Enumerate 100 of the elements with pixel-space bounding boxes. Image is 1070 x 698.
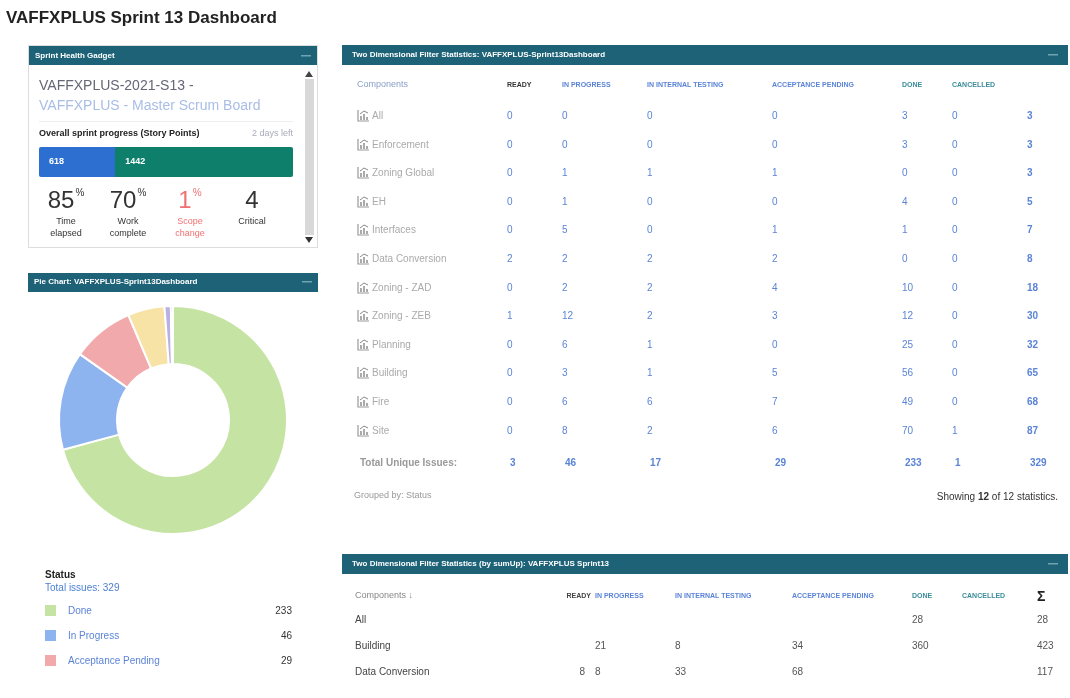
count-link[interactable]: 6 <box>647 393 772 409</box>
count-link[interactable]: 0 <box>562 136 647 152</box>
chart-icon[interactable] <box>357 137 370 151</box>
count-link[interactable]: 49 <box>902 393 952 409</box>
count-link[interactable]: 0 <box>952 165 1027 181</box>
count-link[interactable]: 70 <box>902 422 952 438</box>
count-link[interactable]: 0 <box>647 108 772 123</box>
count-link[interactable]: 4 <box>772 279 902 295</box>
count-link[interactable]: 0 <box>562 108 647 123</box>
count-link[interactable]: 29 <box>775 454 905 470</box>
count-link[interactable]: 17 <box>650 454 775 470</box>
count-link[interactable]: 0 <box>952 336 1027 352</box>
count-link[interactable]: 5 <box>1027 193 1067 209</box>
count-link[interactable]: 0 <box>902 250 952 266</box>
count-link[interactable]: 1 <box>647 165 772 181</box>
count-link[interactable]: 1 <box>562 193 647 209</box>
count-link[interactable]: 0 <box>902 165 952 181</box>
count-link[interactable]: 12 <box>902 308 952 324</box>
count-link[interactable]: 329 <box>1030 454 1070 470</box>
count-link[interactable]: 0 <box>952 108 1027 123</box>
component-link[interactable]: Data Conversion <box>372 250 447 266</box>
count-link[interactable]: 0 <box>772 193 902 209</box>
count-link[interactable]: 32 <box>1027 336 1067 352</box>
component-link[interactable]: Fire <box>372 393 390 409</box>
count-link[interactable]: 25 <box>902 336 952 352</box>
count-link[interactable]: 0 <box>952 393 1027 409</box>
count-link[interactable]: 3 <box>772 308 902 324</box>
column-header[interactable]: Components <box>357 78 507 92</box>
count-link[interactable]: 46 <box>565 454 650 470</box>
count-link[interactable]: 0 <box>952 308 1027 324</box>
count-link[interactable]: 10 <box>902 279 952 295</box>
component-link[interactable]: Building <box>372 365 408 381</box>
count-link[interactable]: 1 <box>955 454 1030 470</box>
count-link[interactable]: 0 <box>507 193 562 209</box>
minimize-icon[interactable] <box>1048 53 1058 57</box>
count-link[interactable]: 2 <box>772 250 902 266</box>
count-link[interactable]: 3 <box>1027 108 1067 123</box>
count-link[interactable]: 3 <box>902 136 952 152</box>
count-link[interactable]: 0 <box>772 136 902 152</box>
count-link[interactable]: 0 <box>507 108 562 123</box>
count-link[interactable]: 1 <box>562 165 647 181</box>
chart-icon[interactable] <box>357 337 370 351</box>
count-link[interactable]: 0 <box>507 365 562 381</box>
count-link[interactable]: 1 <box>772 222 902 238</box>
count-link[interactable]: 0 <box>507 165 562 181</box>
count-link[interactable]: 3 <box>902 108 952 123</box>
count-link[interactable]: 0 <box>507 336 562 352</box>
count-link[interactable]: 6 <box>772 422 902 438</box>
column-header[interactable]: Σ <box>1037 585 1070 607</box>
column-header[interactable]: Components ↓ <box>355 589 540 603</box>
chart-icon[interactable] <box>357 394 370 408</box>
count-link[interactable]: 3 <box>1027 136 1067 152</box>
chart-icon[interactable] <box>357 194 370 208</box>
count-link[interactable]: 0 <box>772 108 902 123</box>
count-link[interactable]: 0 <box>772 336 902 352</box>
count-link[interactable]: 233 <box>905 454 955 470</box>
count-link[interactable]: 1 <box>952 422 1027 438</box>
count-link[interactable]: 68 <box>1027 393 1067 409</box>
chart-icon[interactable] <box>357 251 370 265</box>
count-link[interactable]: 12 <box>562 308 647 324</box>
chart-icon[interactable] <box>357 109 370 122</box>
component-link[interactable]: EH <box>372 193 386 209</box>
count-link[interactable]: 0 <box>507 136 562 152</box>
count-link[interactable]: 5 <box>772 365 902 381</box>
component-link[interactable]: Enforcement <box>372 136 429 152</box>
count-link[interactable]: 0 <box>507 222 562 238</box>
count-link[interactable]: 2 <box>647 422 772 438</box>
count-link[interactable]: 1 <box>902 222 952 238</box>
component-link[interactable]: Site <box>372 422 390 438</box>
chart-icon[interactable] <box>357 223 370 237</box>
count-link[interactable]: 3 <box>562 365 647 381</box>
count-link[interactable]: 0 <box>507 279 562 295</box>
count-link[interactable]: 0 <box>647 193 772 209</box>
component-link[interactable]: Planning <box>372 336 411 352</box>
count-link[interactable]: 0 <box>952 136 1027 152</box>
count-link[interactable]: 8 <box>1027 250 1067 266</box>
count-link[interactable]: 2 <box>647 279 772 295</box>
legend-label[interactable]: Done <box>68 603 276 618</box>
legend-label[interactable]: Acceptance Pending <box>68 653 281 668</box>
count-link[interactable]: 7 <box>772 393 902 409</box>
count-link[interactable]: 0 <box>507 422 562 438</box>
count-link[interactable]: 5 <box>562 222 647 238</box>
count-link[interactable]: 0 <box>952 193 1027 209</box>
count-link[interactable]: 56 <box>902 365 952 381</box>
count-link[interactable]: 8 <box>562 422 647 438</box>
count-link[interactable]: 2 <box>647 250 772 266</box>
chart-icon[interactable] <box>357 166 370 180</box>
chart-icon[interactable] <box>357 366 370 380</box>
count-link[interactable]: 1 <box>772 165 902 181</box>
count-link[interactable]: 0 <box>952 222 1027 238</box>
count-link[interactable]: 18 <box>1027 279 1067 295</box>
count-link[interactable]: 2 <box>647 308 772 324</box>
count-link[interactable]: 3 <box>510 454 565 470</box>
chart-icon[interactable] <box>357 309 370 323</box>
count-link[interactable]: 0 <box>952 279 1027 295</box>
count-link[interactable]: 65 <box>1027 365 1067 381</box>
count-link[interactable]: 2 <box>562 279 647 295</box>
count-link[interactable]: 0 <box>507 393 562 409</box>
count-link[interactable]: 2 <box>562 250 647 266</box>
legend-label[interactable]: In Progress <box>68 628 281 643</box>
